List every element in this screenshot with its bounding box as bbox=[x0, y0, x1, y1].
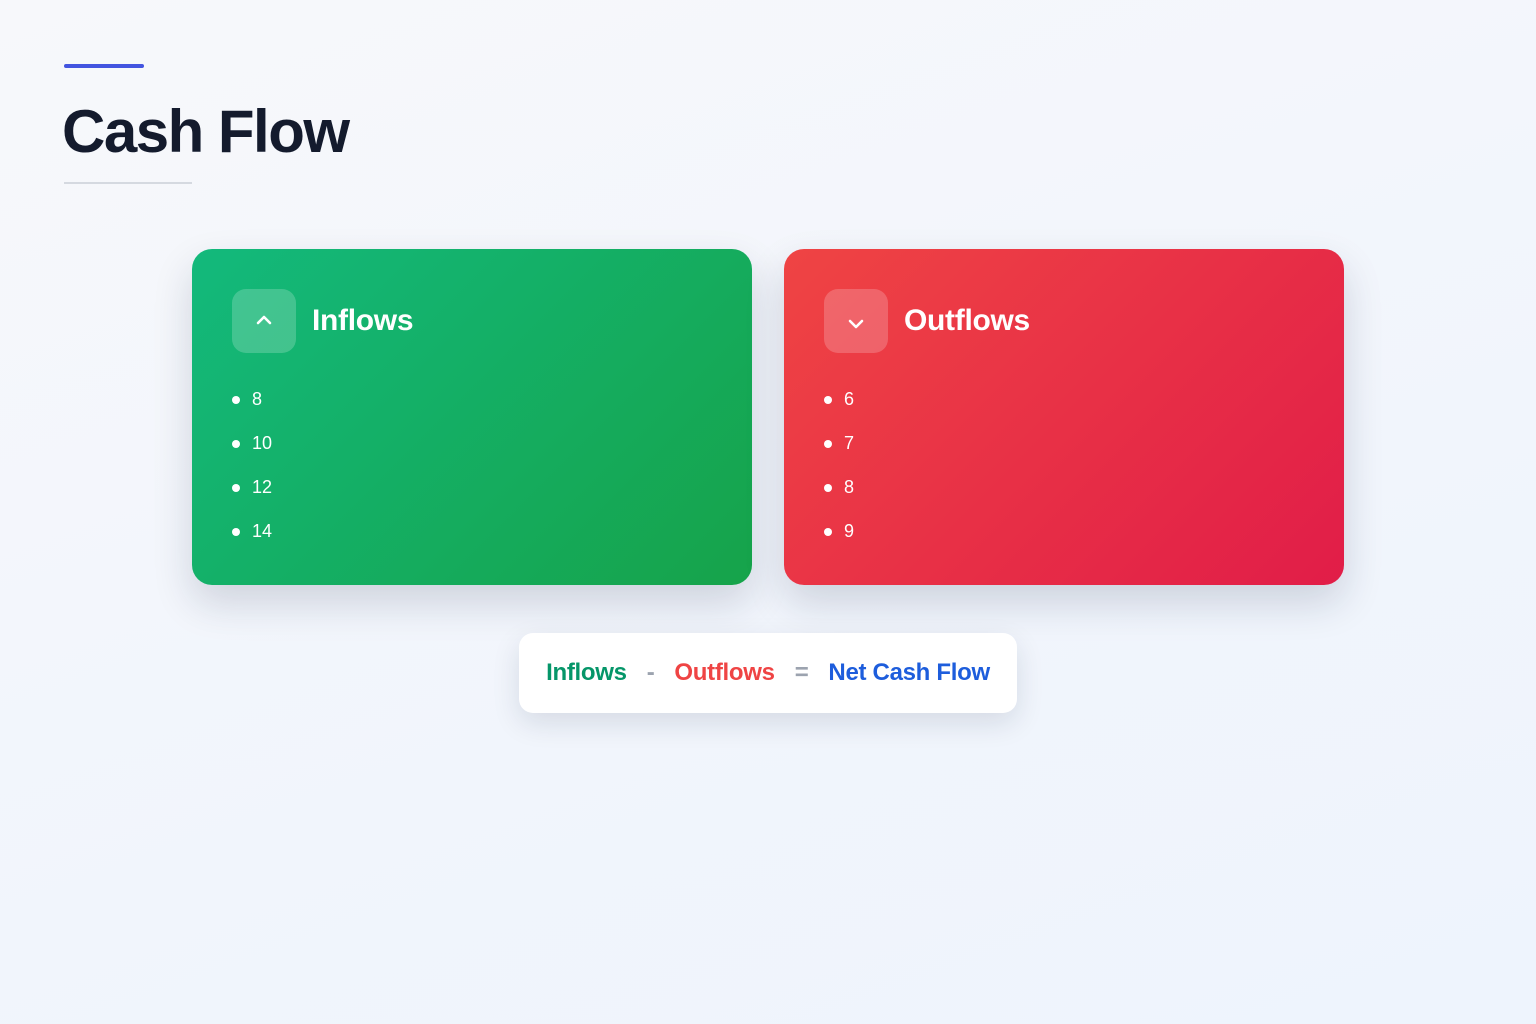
inflows-item-value: 14 bbox=[252, 521, 273, 541]
outflows-item-value: 9 bbox=[844, 521, 855, 541]
bullet-dot bbox=[824, 440, 832, 448]
outflows-list: 6 7 8 9 bbox=[824, 377, 854, 553]
title-divider bbox=[64, 182, 192, 184]
outflows-item-value: 8 bbox=[844, 477, 855, 497]
formula-net-cash-flow: Net Cash Flow bbox=[828, 659, 990, 686]
title-accent-bar bbox=[64, 64, 144, 68]
bullet-dot bbox=[232, 484, 240, 492]
outflows-item-value: 7 bbox=[844, 433, 855, 453]
list-item: 12 bbox=[232, 465, 272, 509]
list-item: 10 bbox=[232, 421, 272, 465]
bullet-dot bbox=[232, 440, 240, 448]
bullet-dot bbox=[824, 484, 832, 492]
inflows-item-value: 8 bbox=[252, 389, 263, 409]
inflows-item-value: 10 bbox=[252, 433, 273, 453]
list-item: 6 bbox=[824, 377, 854, 421]
formula-equals-operator: = bbox=[794, 659, 809, 686]
bullet-dot bbox=[232, 396, 240, 404]
inflows-list: 8 10 12 14 bbox=[232, 377, 272, 553]
outflows-item-value: 6 bbox=[844, 389, 855, 409]
bullet-dot bbox=[824, 528, 832, 536]
outflows-title: Outflows bbox=[904, 304, 1030, 337]
list-item: 8 bbox=[232, 377, 272, 421]
list-item: 8 bbox=[824, 465, 854, 509]
formula-minus-operator: - bbox=[646, 659, 655, 686]
list-item: 7 bbox=[824, 421, 854, 465]
cash-flow-formula: Inflows - Outflows = Net Cash Flow bbox=[519, 633, 1017, 713]
inflows-title: Inflows bbox=[312, 304, 414, 337]
outflows-card-header: Outflows bbox=[824, 289, 1030, 353]
list-item: 9 bbox=[824, 509, 854, 553]
list-item: 14 bbox=[232, 509, 272, 553]
inflows-card: Inflows 8 10 12 14 bbox=[192, 249, 752, 585]
bullet-dot bbox=[232, 528, 240, 536]
chevron-up-icon bbox=[232, 289, 296, 353]
inflows-card-header: Inflows bbox=[232, 289, 414, 353]
outflows-card: Outflows 6 7 8 9 bbox=[784, 249, 1344, 585]
page-title: Cash Flow bbox=[62, 98, 350, 165]
formula-outflows: Outflows bbox=[674, 659, 775, 686]
inflows-item-value: 12 bbox=[252, 477, 273, 497]
formula-inflows: Inflows bbox=[546, 659, 627, 686]
chevron-down-icon bbox=[824, 289, 888, 353]
bullet-dot bbox=[824, 396, 832, 404]
